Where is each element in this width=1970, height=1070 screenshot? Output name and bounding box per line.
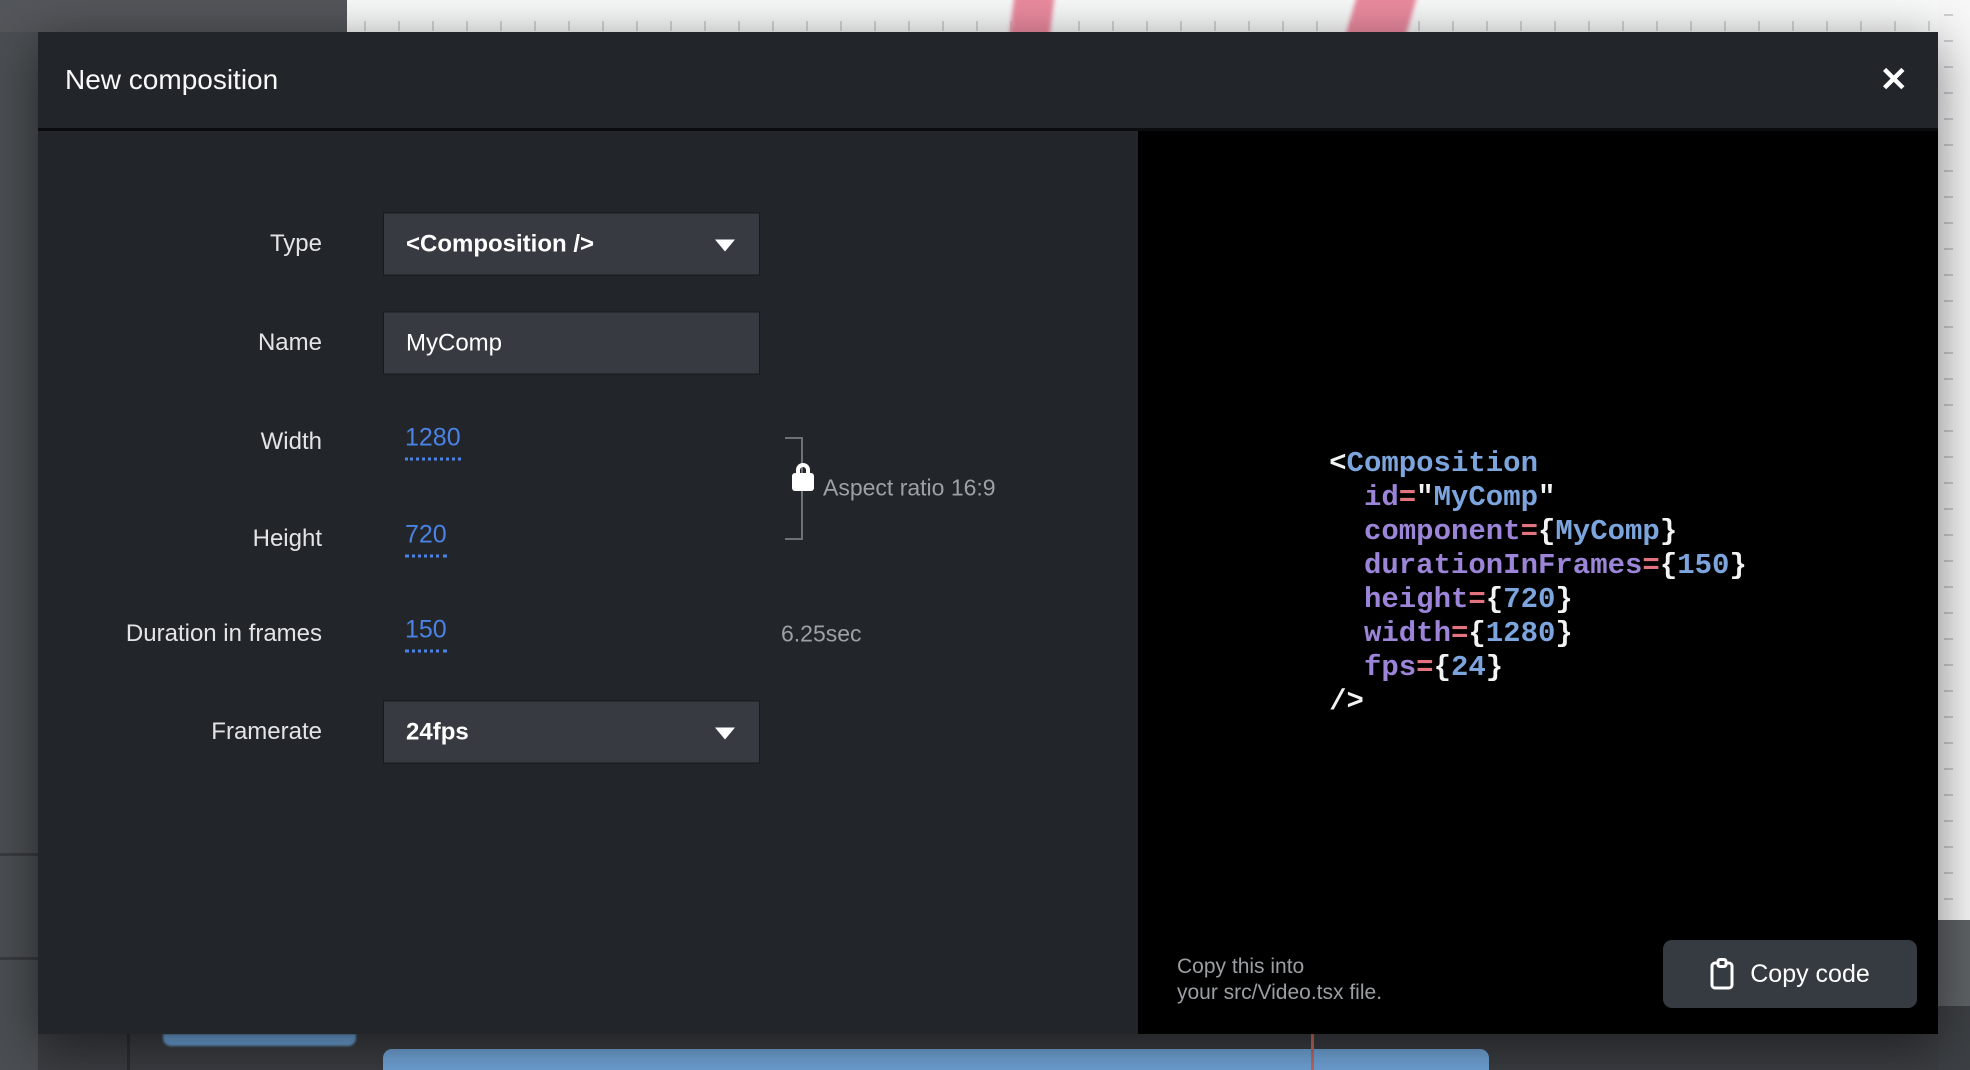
dialog-title: New composition bbox=[65, 32, 278, 128]
copy-hint-line: Copy this into bbox=[1177, 954, 1382, 980]
clipboard-icon bbox=[1710, 958, 1734, 990]
divider bbox=[0, 853, 38, 856]
copy-hint-line: your src/Video.tsx file. bbox=[1177, 980, 1382, 1006]
background-left-block bbox=[0, 0, 347, 32]
width-label: Width bbox=[38, 428, 322, 456]
chevron-down-icon bbox=[715, 239, 735, 251]
code-snippet: <Composition id="MyComp" component={MyCo… bbox=[1329, 447, 1747, 719]
duration-value-link[interactable]: 150 bbox=[405, 616, 447, 653]
divider bbox=[0, 957, 38, 960]
height-label: Height bbox=[38, 525, 322, 553]
copy-code-button[interactable]: Copy code bbox=[1663, 940, 1917, 1008]
background-left-panel bbox=[0, 32, 38, 1070]
name-label: Name bbox=[38, 329, 322, 357]
name-input-value: MyComp bbox=[384, 329, 502, 357]
framerate-label: Framerate bbox=[38, 718, 322, 746]
aspect-ratio-label: Aspect ratio 16:9 bbox=[823, 475, 996, 502]
height-value-link[interactable]: 720 bbox=[405, 521, 447, 558]
chevron-down-icon bbox=[715, 727, 735, 739]
divider bbox=[127, 1034, 130, 1070]
copy-code-label: Copy code bbox=[1750, 960, 1870, 989]
background-corner bbox=[1938, 1006, 1970, 1070]
lock-icon[interactable] bbox=[792, 463, 814, 493]
timeline-item-small bbox=[163, 1034, 356, 1046]
remotion-studio-screen: New composition ✕ Type <Composition /> N… bbox=[0, 0, 1970, 1070]
close-icon[interactable]: ✕ bbox=[1880, 32, 1909, 128]
type-dropdown[interactable]: <Composition /> bbox=[383, 213, 760, 276]
background-timeline bbox=[38, 1034, 1938, 1070]
width-value-link[interactable]: 1280 bbox=[405, 424, 461, 461]
framerate-dropdown[interactable]: 24fps bbox=[383, 701, 760, 764]
background-top-ruler bbox=[0, 0, 1970, 32]
scrollbar-thumb bbox=[1938, 920, 1970, 1006]
framerate-dropdown-value: 24fps bbox=[384, 718, 469, 746]
duration-seconds: 6.25sec bbox=[781, 621, 862, 648]
code-preview-panel: <Composition id="MyComp" component={MyCo… bbox=[1138, 131, 1938, 1034]
name-input[interactable]: MyComp bbox=[383, 312, 760, 375]
duration-label: Duration in frames bbox=[38, 620, 322, 648]
logo-stripe-icon bbox=[1341, 0, 1422, 32]
timeline-playhead bbox=[1311, 1034, 1314, 1070]
composition-form: Type <Composition /> Name MyComp Width 1… bbox=[38, 131, 1138, 1034]
type-label: Type bbox=[38, 230, 322, 258]
timeline-track-bar bbox=[383, 1049, 1489, 1070]
type-dropdown-value: <Composition /> bbox=[384, 230, 594, 258]
background-right-ruler bbox=[1938, 0, 1970, 1070]
new-composition-dialog: New composition ✕ Type <Composition /> N… bbox=[38, 32, 1938, 1034]
copy-hint: Copy this into your src/Video.tsx file. bbox=[1177, 954, 1382, 1006]
dialog-header: New composition ✕ bbox=[38, 32, 1938, 131]
logo-stripe-icon bbox=[1008, 0, 1056, 32]
